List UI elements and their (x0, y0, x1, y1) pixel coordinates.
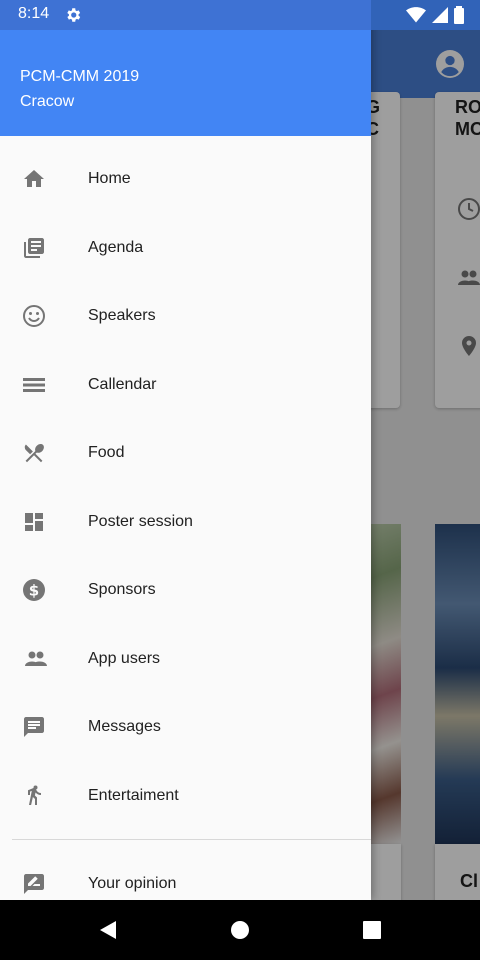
menu-item-poster-session[interactable]: Poster session (0, 488, 371, 557)
settings-gear-icon (67, 8, 81, 22)
recents-square-icon[interactable] (360, 918, 384, 942)
system-navigation-bar (0, 900, 480, 960)
dashboard-icon (25, 512, 43, 531)
food-icon (24, 444, 44, 463)
drawer-title: PCM-CMM 2019 (20, 68, 140, 85)
status-time: 8:14 (18, 5, 50, 22)
message-icon (24, 717, 44, 738)
drawer-header: PCM-CMM 2019 Cracow (0, 30, 371, 136)
menu-item-app-users[interactable]: App users (0, 625, 371, 694)
drawer-subtitle: Cracow (20, 93, 75, 110)
people-icon (25, 651, 47, 666)
menu-divider (12, 839, 371, 840)
menu-item-label: Callendar (88, 375, 157, 393)
status-bar-left (0, 0, 371, 30)
menu-item-label: Speakers (88, 307, 156, 325)
agenda-icon (24, 237, 44, 258)
menu-item-label: App users (88, 649, 161, 667)
signal-icon (432, 7, 448, 23)
menu-item-food[interactable]: Food (0, 419, 371, 488)
menu-item-label: Agenda (88, 238, 144, 256)
calendar-lines-icon (23, 377, 45, 392)
menu-item-label: Home (88, 170, 131, 188)
battery-icon (454, 6, 464, 24)
home-circle-icon[interactable] (228, 918, 252, 942)
wifi-icon (406, 7, 426, 23)
menu-item-speakers[interactable]: Speakers (0, 282, 371, 351)
menu-item-your-opinion[interactable]: Your opinion (0, 850, 371, 900)
menu-item-label: Messages (88, 718, 161, 736)
system-icons (406, 6, 464, 24)
navigation-drawer: PCM-CMM 2019 Cracow Home Agenda Speakers… (0, 0, 371, 900)
menu-item-label: Sponsors (88, 581, 156, 599)
smiley-icon (23, 305, 45, 328)
status-bar: 8:14 (0, 0, 480, 30)
menu-item-sponsors[interactable]: $ Sponsors (0, 556, 371, 625)
menu-item-label: Entertaiment (88, 786, 179, 804)
menu-item-entertaiment[interactable]: Entertaiment (0, 762, 371, 831)
feedback-icon (24, 874, 44, 894)
menu-item-label: Your opinion (88, 875, 177, 892)
menu-item-callendar[interactable]: Callendar (0, 351, 371, 420)
drawer-menu: Home Agenda Speakers Callendar Food Post… (0, 145, 371, 830)
menu-item-home[interactable]: Home (0, 145, 371, 214)
menu-item-messages[interactable]: Messages (0, 693, 371, 762)
dollar-icon: $ (23, 579, 45, 602)
walk-icon (28, 785, 41, 805)
menu-item-label: Poster session (88, 512, 193, 530)
svg-text:$: $ (29, 582, 39, 600)
menu-item-label: Food (88, 444, 125, 462)
home-icon (24, 170, 44, 188)
menu-item-agenda[interactable]: Agenda (0, 214, 371, 283)
back-triangle-icon[interactable] (96, 918, 120, 942)
